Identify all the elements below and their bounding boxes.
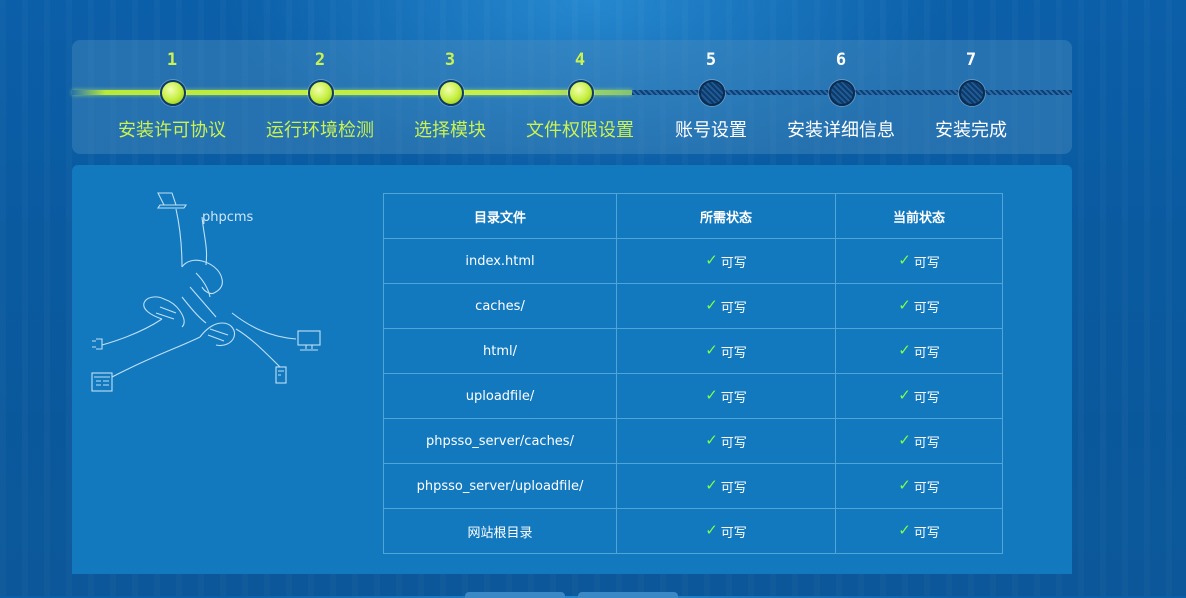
table-row: phpsso_server/uploadfile/ ✓ 可写 ✓ 可写 [383, 463, 1003, 509]
check-icon: ✓ [898, 385, 911, 404]
status-text: 可写 [913, 525, 940, 541]
step-complete-dot-icon [568, 80, 594, 106]
directory-cell: index.html [383, 238, 617, 284]
step-pending-dot-icon [699, 80, 725, 106]
required-status-cell: ✓ 可写 [616, 283, 836, 329]
step-label: 安装许可协议 [118, 120, 226, 141]
monitor-icon [297, 330, 321, 346]
status-text: 可写 [913, 480, 940, 496]
previous-step-button[interactable] [465, 592, 565, 598]
status-text: 可写 [913, 345, 940, 361]
status-text: 可写 [720, 480, 747, 496]
current-status-cell: ✓ 可写 [835, 418, 1003, 464]
table-row: html/ ✓ 可写 ✓ 可写 [383, 328, 1003, 374]
step-pending-dot-icon [829, 80, 855, 106]
document-icon [91, 372, 113, 392]
directory-cell: 网站根目录 [383, 508, 617, 554]
current-status-cell: ✓ 可写 [835, 508, 1003, 554]
column-header-directory: 目录文件 [383, 193, 617, 239]
required-status-cell: ✓ 可写 [616, 373, 836, 419]
column-header-required-status: 所需状态 [616, 193, 836, 239]
table-row: uploadfile/ ✓ 可写 ✓ 可写 [383, 373, 1003, 419]
directory-cell: caches/ [383, 283, 617, 329]
table-row: index.html ✓ 可写 ✓ 可写 [383, 238, 1003, 284]
progress-track-completed [72, 90, 632, 95]
check-icon: ✓ [705, 295, 718, 314]
status-text: 可写 [913, 435, 940, 451]
step-complete-dot-icon [160, 80, 186, 106]
step-number: 1 [166, 50, 178, 70]
required-status-cell: ✓ 可写 [616, 328, 836, 374]
laptop-icon [157, 192, 177, 206]
check-icon: ✓ [898, 520, 911, 539]
step-number: 7 [965, 50, 977, 70]
check-icon: ✓ [705, 475, 718, 494]
step-complete-dot-icon [308, 80, 334, 106]
table-header-row: 目录文件 所需状态 当前状态 [383, 193, 1003, 239]
bottom-button-bar [465, 592, 685, 598]
step-label: 安装完成 [935, 120, 1007, 141]
directory-cell: uploadfile/ [383, 373, 617, 419]
status-text: 可写 [720, 525, 747, 541]
check-icon: ✓ [705, 340, 718, 359]
required-status-cell: ✓ 可写 [616, 463, 836, 509]
current-status-cell: ✓ 可写 [835, 373, 1003, 419]
check-icon: ✓ [898, 250, 911, 269]
status-text: 可写 [720, 255, 747, 271]
status-text: 可写 [913, 390, 940, 406]
status-text: 可写 [913, 255, 940, 271]
status-text: 可写 [720, 390, 747, 406]
phpcms-brand-text: phpcms [202, 210, 254, 225]
plug-icon [92, 338, 103, 350]
check-icon: ✓ [898, 475, 911, 494]
required-status-cell: ✓ 可写 [616, 508, 836, 554]
directory-cell: phpsso_server/uploadfile/ [383, 463, 617, 509]
directory-cell: html/ [383, 328, 617, 374]
step-pending-dot-icon [959, 80, 985, 106]
status-text: 可写 [720, 435, 747, 451]
required-status-cell: ✓ 可写 [616, 418, 836, 464]
step-complete-dot-icon [438, 80, 464, 106]
install-progress-stepper: 1 安装许可协议 2 运行环境检测 3 选择模块 4 文件权限设置 5 账号设置… [72, 40, 1072, 154]
check-icon: ✓ [898, 295, 911, 314]
current-status-cell: ✓ 可写 [835, 238, 1003, 284]
check-icon: ✓ [898, 340, 911, 359]
directory-permission-table: 目录文件 所需状态 当前状态 index.html ✓ 可写 ✓ 可写 caches… [383, 193, 1003, 554]
current-status-cell: ✓ 可写 [835, 283, 1003, 329]
check-icon: ✓ [705, 385, 718, 404]
table-row: caches/ ✓ 可写 ✓ 可写 [383, 283, 1003, 329]
check-icon: ✓ [705, 430, 718, 449]
check-icon: ✓ [705, 520, 718, 539]
file-permission-panel: phpcms 目录文件 所需状态 当前状态 index.html ✓ 可写 ✓ 可写… [72, 165, 1072, 574]
status-text: 可写 [720, 300, 747, 316]
directory-cell: phpsso_server/caches/ [383, 418, 617, 464]
status-text: 可写 [720, 345, 747, 361]
current-status-cell: ✓ 可写 [835, 328, 1003, 374]
check-icon: ✓ [898, 430, 911, 449]
status-text: 可写 [913, 300, 940, 316]
next-step-button[interactable] [578, 592, 678, 598]
column-header-current-status: 当前状态 [835, 193, 1003, 239]
check-icon: ✓ [705, 250, 718, 269]
required-status-cell: ✓ 可写 [616, 238, 836, 284]
table-row: phpsso_server/caches/ ✓ 可写 ✓ 可写 [383, 418, 1003, 464]
table-row: 网站根目录 ✓ 可写 ✓ 可写 [383, 508, 1003, 554]
current-status-cell: ✓ 可写 [835, 463, 1003, 509]
phpcms-network-illustration: phpcms [91, 192, 321, 392]
